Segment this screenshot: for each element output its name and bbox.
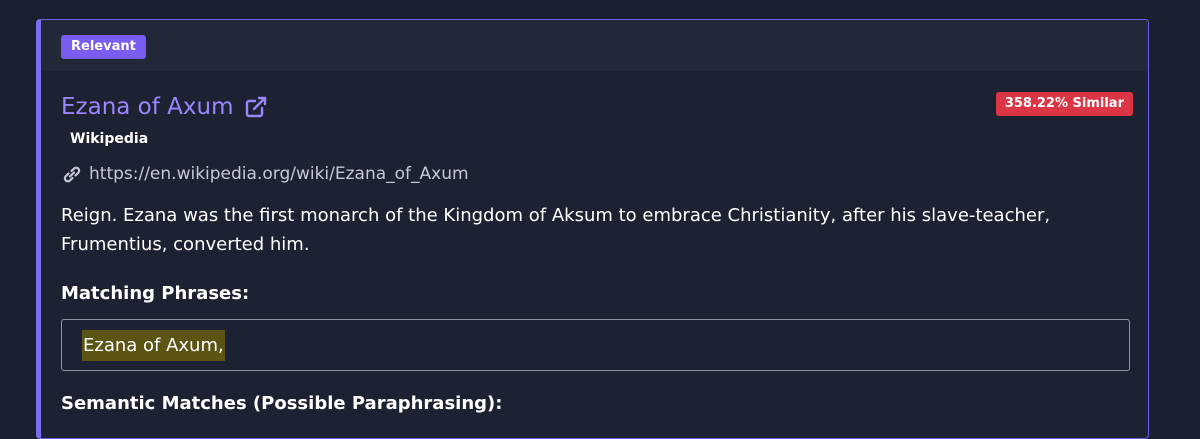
result-snippet: Reign. Ezana was the first monarch of th… bbox=[61, 205, 1051, 255]
source-label: Wikipedia bbox=[70, 131, 149, 147]
matching-phrases-heading: Matching Phrases: bbox=[61, 283, 250, 304]
card-header: Relevant bbox=[41, 20, 1148, 71]
result-url[interactable]: https://en.wikipedia.org/wiki/Ezana_of_A… bbox=[89, 164, 469, 184]
similarity-badge: 358.22% Similar bbox=[995, 92, 1133, 116]
semantic-matches-heading: Semantic Matches (Possible Paraphrasing)… bbox=[61, 393, 503, 414]
result-card: Relevant Ezana of Axum 358.22% Similar W… bbox=[36, 19, 1149, 439]
matching-phrases-box: Ezana of Axum, bbox=[61, 319, 1130, 371]
external-link-icon[interactable] bbox=[244, 95, 268, 119]
url-row: https://en.wikipedia.org/wiki/Ezana_of_A… bbox=[61, 164, 469, 184]
matching-phrase-highlight: Ezana of Axum, bbox=[82, 330, 225, 361]
relevant-badge: Relevant bbox=[61, 35, 146, 59]
link-icon bbox=[61, 165, 83, 183]
result-title-link[interactable]: Ezana of Axum bbox=[61, 93, 234, 121]
title-row: Ezana of Axum bbox=[61, 93, 268, 121]
